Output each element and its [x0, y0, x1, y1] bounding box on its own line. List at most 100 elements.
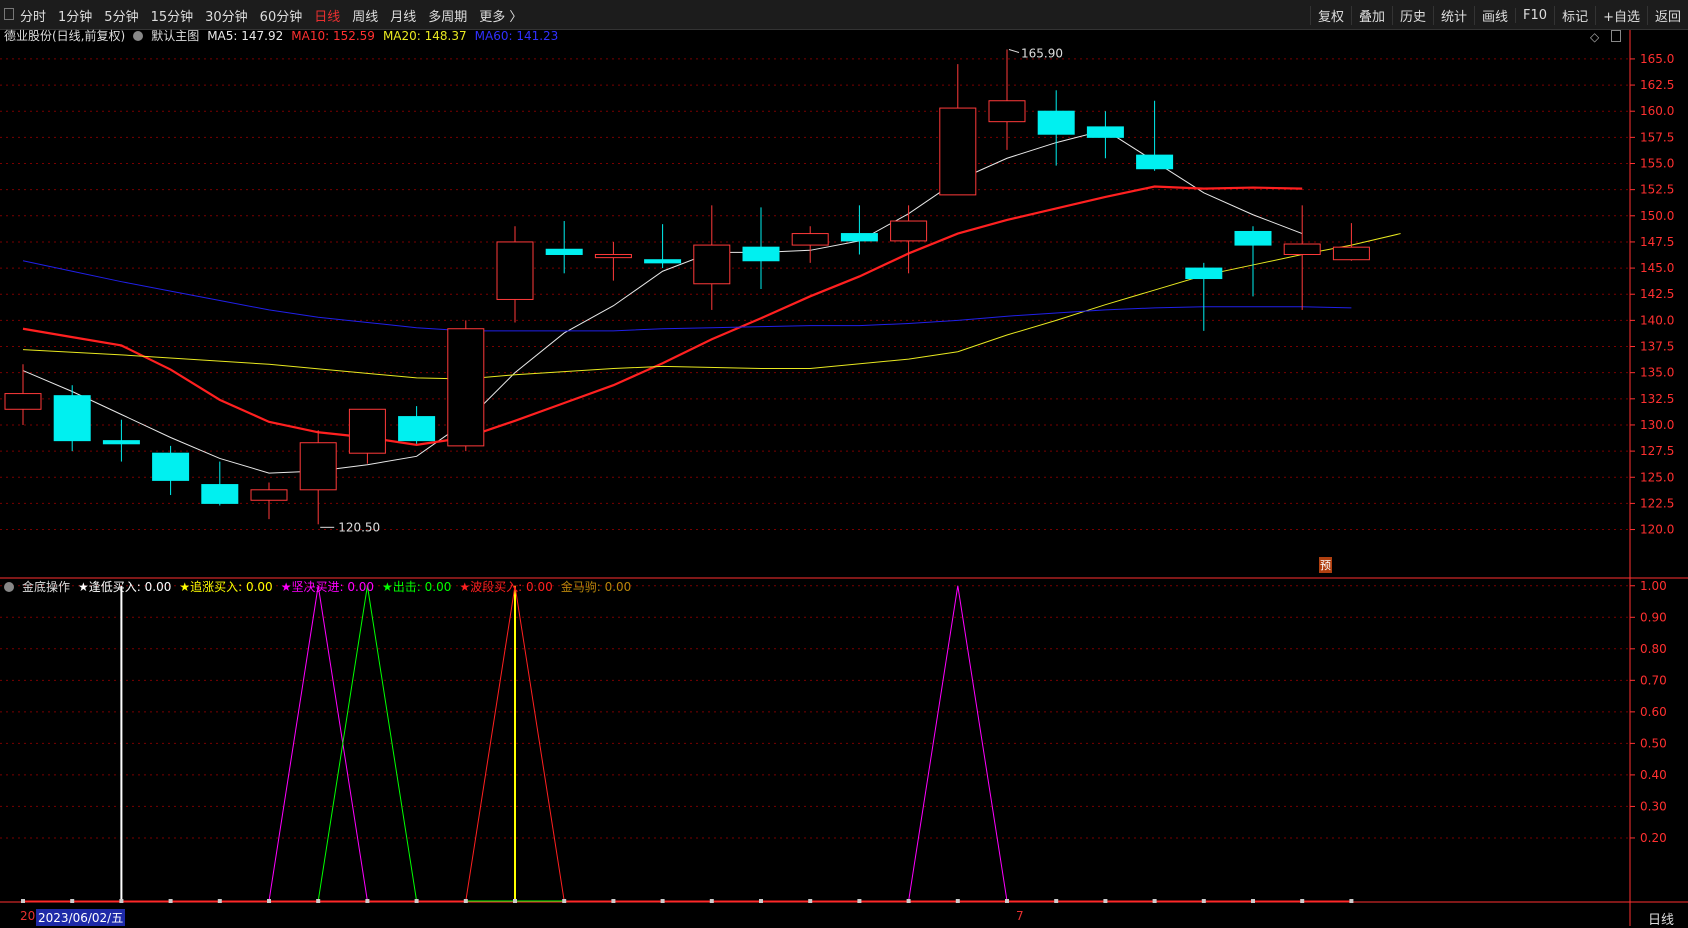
baseline-dot-16: [808, 899, 813, 903]
main-tick-label-3: 127.5: [1640, 444, 1674, 458]
period-tabs: 分时 1分钟 5分钟 15分钟 30分钟 60分钟 日线 周线 月线 多周期 更多 〉: [20, 0, 534, 30]
indicator-item-2: ★坚决买进: 0.00: [280, 580, 375, 594]
baseline-dot-21: [1054, 899, 1059, 903]
tool-button-7[interactable]: +自选: [1595, 5, 1647, 25]
candle-body-1: [53, 395, 91, 442]
indicator-item-1: ★追涨买入: 0.00: [179, 580, 273, 594]
forecast-badge: 预: [1319, 557, 1332, 573]
tool-button-5[interactable]: F10: [1515, 7, 1554, 23]
high-label: 165.90: [1021, 47, 1063, 61]
baseline-dot-15: [759, 899, 763, 903]
baseline-dot-13: [660, 899, 665, 903]
candle-body-25: [1234, 230, 1272, 246]
window-box-icon[interactable]: [1611, 30, 1621, 42]
baseline-dot-7: [365, 899, 370, 903]
candle-body-27: [1332, 246, 1370, 261]
indicator-title[interactable]: 金底操作: [22, 578, 70, 595]
baseline-dot-0: [21, 899, 25, 903]
candle-body-6: [299, 442, 337, 491]
candle-body-26: [1283, 243, 1321, 255]
tab-2[interactable]: 5分钟: [104, 6, 138, 25]
tab-5[interactable]: 60分钟: [260, 6, 303, 25]
candle-body-15: [742, 246, 780, 262]
main-tick-label-17: 162.5: [1640, 78, 1674, 92]
baseline-dot-25: [1251, 899, 1255, 903]
candle-body-19: [939, 107, 977, 196]
tab-9[interactable]: 多周期: [428, 6, 467, 25]
candle-body-2: [102, 440, 140, 445]
tool-button-0[interactable]: 复权: [1309, 5, 1351, 25]
candle-body-20: [988, 100, 1026, 123]
tool-button-1[interactable]: 叠加: [1350, 5, 1392, 25]
candle-body-14: [693, 244, 731, 285]
sub-tick-label-0: 0.20: [1640, 831, 1667, 845]
main-tick-label-10: 145.0: [1640, 261, 1674, 275]
main-tick-label-7: 137.5: [1640, 340, 1674, 354]
sub-tick-label-5: 0.70: [1640, 673, 1667, 687]
tab-6[interactable]: 日线: [314, 6, 340, 25]
date-prefix: 20: [20, 909, 36, 923]
ma20-value: MA20: 148.37: [382, 28, 467, 43]
ma-line-ma5: [22, 129, 1303, 474]
candle-body-22: [1086, 126, 1124, 138]
tool-button-8[interactable]: 返回: [1646, 5, 1688, 25]
tool-button-4[interactable]: 画线: [1474, 5, 1515, 25]
main-tick-label-1: 122.5: [1640, 496, 1674, 510]
tool-button-3[interactable]: 统计: [1433, 5, 1474, 25]
candle-body-13: [644, 259, 682, 264]
period-label: 日线: [1648, 913, 1675, 928]
baseline-dot-18: [906, 899, 911, 903]
tab-4[interactable]: 30分钟: [205, 6, 248, 25]
tool-button-6[interactable]: 标记: [1554, 5, 1595, 25]
sub-tick-label-6: 0.80: [1640, 642, 1667, 656]
tab-10[interactable]: 更多 〉: [479, 6, 522, 25]
candle-body-16: [791, 233, 829, 246]
indicator-dropdown-icon[interactable]: [4, 581, 14, 592]
candle-body-17: [840, 233, 878, 242]
main-tick-label-5: 132.5: [1640, 392, 1674, 406]
template-dropdown-icon[interactable]: [133, 30, 144, 41]
baseline-dot-1: [70, 899, 75, 903]
tool-button-2[interactable]: 历史: [1391, 5, 1433, 25]
tab-7[interactable]: 周线: [352, 6, 378, 25]
main-tick-label-4: 130.0: [1640, 418, 1674, 432]
candle-body-7: [348, 408, 386, 454]
candle-body-10: [496, 241, 534, 300]
tab-3[interactable]: 15分钟: [151, 6, 194, 25]
baseline-dot-5: [267, 899, 271, 903]
baseline-dot-10: [513, 899, 517, 903]
candle-body-3: [152, 452, 190, 481]
indicator-items: ★逢低买入: 0.00 ★追涨买入: 0.00 ★坚决买进: 0.00 ★出击: 0.…: [78, 578, 639, 595]
sub-tick-label-4: 0.60: [1640, 705, 1667, 719]
indicator-item-0: ★逢低买入: 0.00: [78, 580, 172, 594]
candle-body-9: [447, 328, 485, 447]
main-tick-label-18: 165.0: [1640, 52, 1674, 66]
template-label[interactable]: 默认主图: [151, 27, 199, 44]
candle-body-0: [4, 393, 42, 410]
main-tick-label-6: 135.0: [1640, 366, 1674, 380]
tool-buttons: 复权 叠加 历史 统计 画线 F10 标记 +自选 返回: [1309, 0, 1688, 30]
ma10-value: MA10: 152.59: [291, 28, 375, 43]
candle-body-12: [594, 253, 632, 259]
tab-8[interactable]: 月线: [390, 6, 416, 25]
candle-body-18: [890, 220, 928, 242]
cursor-date-label: 2023/06/02/五: [36, 909, 126, 926]
baseline-dot-11: [562, 899, 567, 903]
indicator-legend: 金底操作 ★逢低买入: 0.00 ★追涨买入: 0.00 ★坚决买进: 0.00 ★出…: [4, 578, 647, 595]
baseline-dot-20: [1005, 899, 1009, 903]
baseline-dot-4: [217, 899, 222, 903]
indicator-item-4: ★波段买入: 0.00: [459, 580, 553, 594]
main-tick-label-9: 142.5: [1640, 287, 1674, 301]
diamond-icon[interactable]: ◇: [1590, 30, 1599, 44]
main-tick-label-15: 157.5: [1640, 130, 1674, 144]
menu-icon[interactable]: [4, 8, 14, 20]
sub-tick-label-1: 0.30: [1640, 799, 1667, 813]
tab-1[interactable]: 1分钟: [58, 6, 92, 25]
month-marker: 7: [1016, 909, 1024, 923]
candle-body-8: [398, 416, 436, 442]
baseline-dot-2: [119, 899, 124, 903]
baseline-dot-6: [316, 899, 321, 903]
tab-0[interactable]: 分时: [20, 6, 46, 25]
main-tick-label-13: 152.5: [1640, 183, 1674, 197]
main-tick-label-14: 155.0: [1640, 157, 1674, 171]
